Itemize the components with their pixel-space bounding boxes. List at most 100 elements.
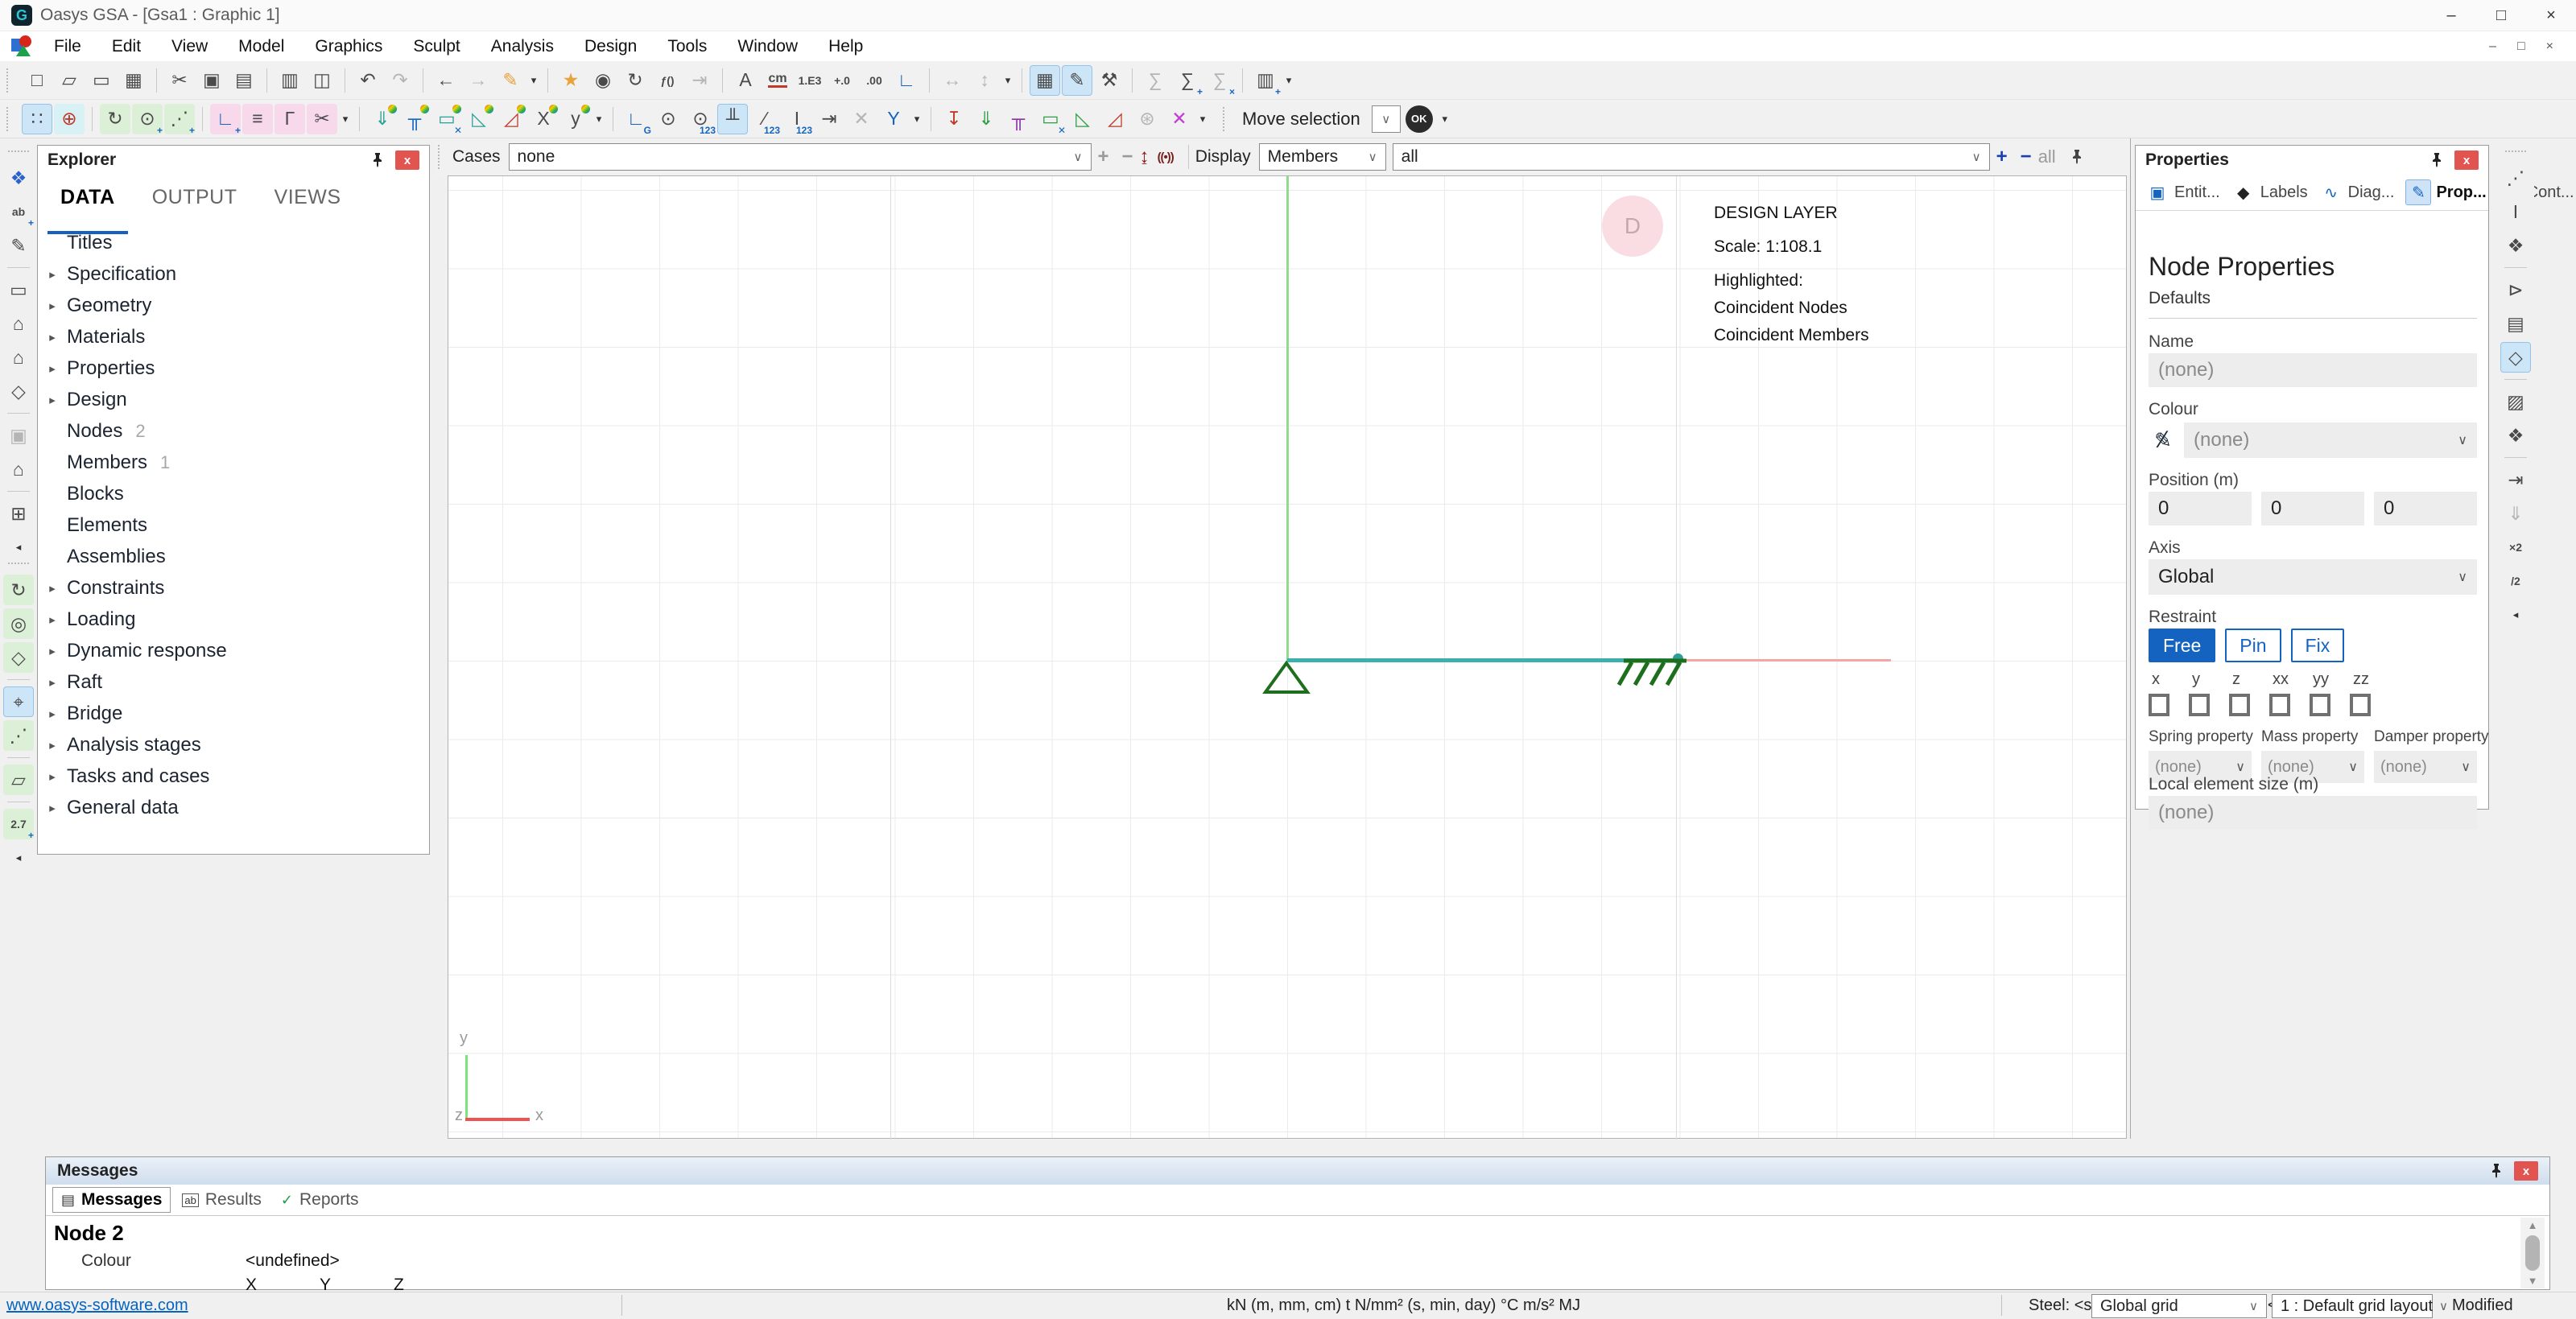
move-selection-dropdown[interactable]: ∨ (1372, 105, 1401, 133)
select-links-icon[interactable]: ⋰ (3, 720, 34, 751)
tools-wrench-icon[interactable]: ⚒ (1094, 65, 1125, 96)
tab-output[interactable]: OUTPUT (152, 186, 237, 209)
contour-settings-icon[interactable]: ▨ (2500, 386, 2531, 417)
tab-labels[interactable]: ◆ Labels (2228, 179, 2311, 206)
tab-reports[interactable]: ✓ Reports (273, 1188, 367, 1212)
node-loads-icon[interactable]: ↧ (939, 104, 969, 134)
expand-arrow-icon[interactable]: ▸ (38, 299, 67, 313)
units-icon[interactable]: cm (762, 65, 793, 96)
restraint-pin-button[interactable]: Pin (2225, 629, 2281, 662)
dropdown-caret-icon[interactable]: ▾ (1001, 65, 1014, 96)
sum-delete-icon[interactable]: ∑× (1204, 65, 1235, 96)
font-icon[interactable]: A (730, 65, 761, 96)
panel-divider[interactable] (2130, 138, 2131, 1139)
menu-window[interactable]: Window (722, 31, 813, 61)
tree-item-materials[interactable]: ▸ Materials (38, 321, 429, 352)
collapse-toolbar-icon[interactable]: ◂ (12, 532, 25, 563)
tree-item-assemblies[interactable]: Assemblies (38, 541, 429, 572)
mdi-restore-button[interactable]: □ (2517, 39, 2525, 54)
orientation-icon[interactable]: Y (878, 104, 909, 134)
expand-arrow-icon[interactable]: ▸ (38, 801, 67, 815)
saved-view-icon[interactable]: ▣ (3, 420, 34, 451)
checkbox[interactable] (2229, 694, 2250, 716)
grid-loads-icon[interactable]: ▭✕ (1035, 104, 1066, 134)
slide-support-icon[interactable] (1614, 654, 1691, 690)
print-preview-icon[interactable]: ◫ (307, 65, 337, 96)
open-file-icon[interactable]: ▱ (54, 65, 85, 96)
remove-case-button[interactable]: − (1122, 146, 1133, 168)
section-display-icon[interactable]: I123 (782, 104, 812, 134)
broadcast-icon[interactable]: ((•)) (1158, 150, 1174, 164)
exponent-icon[interactable]: 1.E3 (795, 65, 825, 96)
redo-icon[interactable]: ↷ (385, 65, 415, 96)
close-icon[interactable]: x (395, 150, 419, 170)
find-icon[interactable]: ◉ (588, 65, 618, 96)
wizard-icon[interactable]: ★ (555, 65, 586, 96)
toolbar-grip[interactable] (438, 145, 444, 169)
tree-item-tasks-and-cases[interactable]: ▸ Tasks and cases (38, 760, 429, 792)
oasys-logo-icon[interactable]: ❖ (3, 163, 34, 193)
menu-file[interactable]: File (39, 31, 97, 61)
load-diagram-alt-icon[interactable]: ◿ (1100, 104, 1130, 134)
close-icon[interactable]: x (2454, 150, 2479, 170)
rotate-sculpt-icon[interactable]: ↻ (100, 104, 130, 134)
restraint-check-xx[interactable]: xx (2269, 670, 2310, 716)
select-nodes-icon[interactable]: ⌖ (3, 686, 34, 717)
member-extension[interactable] (1680, 659, 1891, 662)
position-field[interactable]: 0 (2374, 492, 2477, 526)
delete-loads-icon[interactable]: ✕ (1164, 104, 1195, 134)
shrink-elements-icon[interactable]: ⇥ (2500, 464, 2531, 495)
function-icon[interactable]: ƒ() (652, 65, 683, 96)
expand-arrow-icon[interactable]: ▸ (38, 330, 67, 344)
add-display-button[interactable]: + (1996, 146, 2008, 168)
axes-display-icon[interactable]: ∟ (891, 65, 922, 96)
menu-view[interactable]: View (156, 31, 223, 61)
increase-decimals-icon[interactable]: +.0 (827, 65, 857, 96)
beam-loads-icon[interactable]: ⇓ (971, 104, 1001, 134)
paintbrush-icon[interactable]: ✎ (495, 65, 526, 96)
case-view-icon[interactable]: ⌂ (3, 308, 34, 339)
drag-nodes-icon[interactable]: ∷ (22, 104, 52, 134)
position-field[interactable]: 0 (2261, 492, 2364, 526)
restraint-free-button[interactable]: Free (2149, 629, 2215, 662)
scroll-thumb[interactable] (2525, 1235, 2540, 1271)
tree-item-elements[interactable]: Elements (38, 509, 429, 541)
tree-item-general-data[interactable]: ▸ General data (38, 792, 429, 823)
label-settings-icon[interactable]: ❖ (2500, 230, 2531, 261)
restraint-check-z[interactable]: z (2229, 670, 2269, 716)
modify-supports-icon[interactable]: ╥ (399, 104, 430, 134)
mdi-minimize-button[interactable]: – (2489, 39, 2496, 54)
scrollbar[interactable]: ▲ ▼ (2520, 1218, 2545, 1288)
grid-combobox[interactable]: Global grid∨ (2091, 1294, 2267, 1318)
zoom-icon[interactable]: ◎ (3, 608, 34, 639)
scroll-up-icon[interactable]: ▲ (2528, 1219, 2538, 1231)
add-axis-icon[interactable]: ∟+ (210, 104, 241, 134)
expand-arrow-icon[interactable]: ▸ (38, 644, 67, 658)
node-labels-icon[interactable]: ⊙123 (685, 104, 716, 134)
face-loads-icon[interactable]: ╥ (1003, 104, 1034, 134)
checkbox[interactable] (2350, 694, 2371, 716)
menu-graphics[interactable]: Graphics (299, 31, 398, 61)
undo-icon[interactable]: ↶ (353, 65, 383, 96)
animation-icon[interactable]: ▤ (2500, 308, 2531, 339)
dropdown-caret-icon[interactable]: ▾ (527, 65, 540, 96)
expand-arrow-icon[interactable]: ▸ (38, 738, 67, 752)
tab-entities[interactable]: ▣ Entit... (2142, 179, 2223, 206)
support-symbols-icon[interactable]: ╨ (717, 104, 748, 134)
row-height-icon[interactable]: ↕ (969, 65, 1000, 96)
grid-layout-combobox[interactable]: 1 : Default grid layout∨ (2272, 1294, 2433, 1318)
collapse-toolbar-icon[interactable]: ◂ (2509, 600, 2522, 630)
local-element-size-field[interactable]: (none) (2149, 796, 2477, 830)
dropdown-caret-icon[interactable]: ▾ (1439, 104, 1451, 134)
restraint-check-yy[interactable]: yy (2310, 670, 2350, 716)
section-outline-icon[interactable]: I (2500, 196, 2531, 227)
add-polyline-icon[interactable]: Γ (275, 104, 305, 134)
toolbar-grip[interactable] (6, 68, 13, 93)
cut-icon[interactable]: ✂ (164, 65, 195, 96)
checkbox[interactable] (2189, 694, 2210, 716)
dropdown-caret-icon[interactable]: ▾ (339, 104, 352, 134)
menu-sculpt[interactable]: Sculpt (398, 31, 475, 61)
global-axes-icon[interactable]: ∟G (621, 104, 651, 134)
tab-results[interactable]: ab Results (174, 1188, 270, 1212)
name-field[interactable]: (none) (2149, 353, 2477, 387)
